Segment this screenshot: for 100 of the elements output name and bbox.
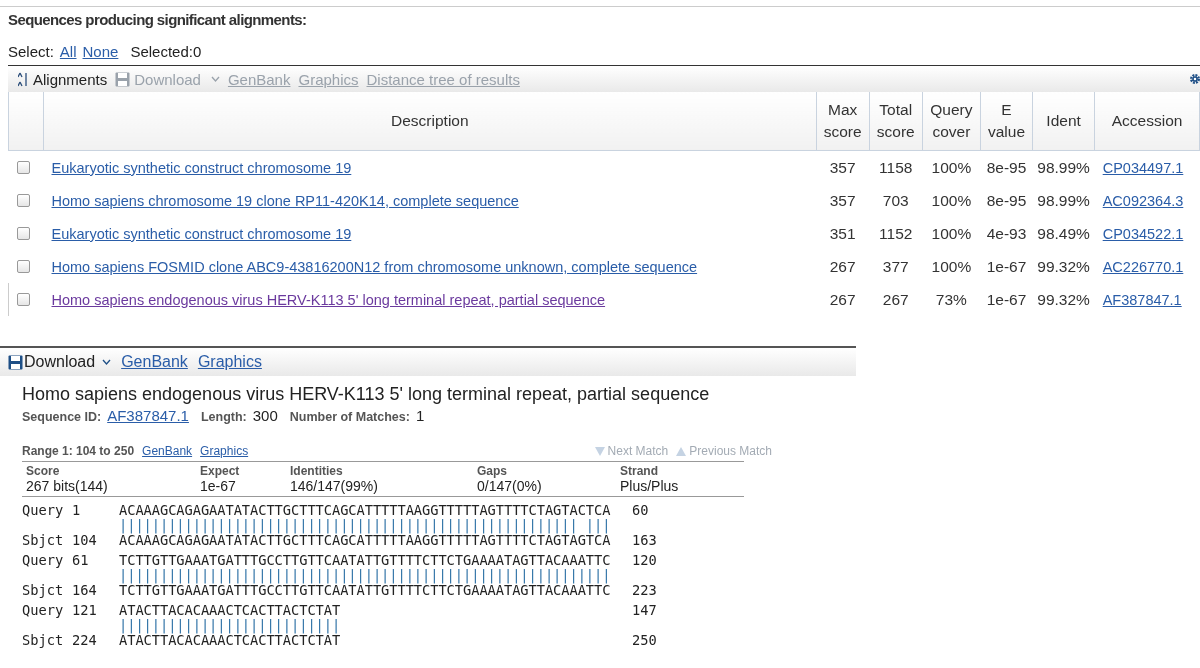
select-link[interactable]: All bbox=[59, 43, 77, 65]
stat-value: 146/147(99%) bbox=[290, 478, 379, 494]
column-header[interactable]: Description bbox=[43, 92, 817, 151]
row-checkbox[interactable] bbox=[16, 161, 30, 174]
table-cell: 98.99% bbox=[1037, 158, 1090, 176]
description-link[interactable]: Homo sapiens FOSMID clone ABC9-43816200N12 from chromosome unknown, complete sequence bbox=[51, 258, 698, 275]
subject-sequence: ATACTTACACAAACTCACTTACTCTAT bbox=[119, 633, 342, 648]
position-number: 104 bbox=[72, 533, 98, 548]
row-label: Sbjct bbox=[22, 583, 65, 598]
table-cell: 703 bbox=[882, 191, 909, 209]
select-link[interactable]: None bbox=[82, 43, 119, 65]
table-cell: 1158 bbox=[879, 158, 913, 176]
position-number: 121 bbox=[72, 603, 98, 618]
description-link[interactable]: Homo sapiens chromosome 19 clone RP11-420K14, complete sequence bbox=[51, 192, 519, 209]
stat-value: 1e-67 bbox=[200, 478, 237, 494]
up-triangle-icon bbox=[676, 446, 687, 456]
alignments-button[interactable]: Alignments bbox=[18, 70, 108, 88]
save-icon bbox=[115, 71, 131, 87]
row-label: Sbjct bbox=[22, 533, 65, 548]
stat-label: Gaps bbox=[477, 464, 508, 478]
table-cell: 357 bbox=[829, 191, 856, 209]
description-link[interactable]: Eukaryotic synthetic construct chromosome 19 bbox=[51, 159, 352, 176]
stat-value: 0/147(0%) bbox=[477, 478, 543, 494]
match-line: |||||||||||||||||||||||||||||||||||||||||||||||||||||||| ||| bbox=[119, 518, 612, 533]
row-checkbox[interactable] bbox=[16, 227, 30, 240]
table-cell: 351 bbox=[829, 224, 856, 242]
position-number: 120 bbox=[632, 553, 657, 568]
query-sequence: TCTTGTTGAAATGATTTGCCTTGTTCAATATTGTTTTCTTCTGAAAATAGTTACAAATTC bbox=[119, 553, 612, 568]
column-header[interactable]: Max score bbox=[816, 92, 870, 151]
position-number: 1 bbox=[72, 503, 82, 518]
table-cell: 100% bbox=[931, 257, 972, 275]
row-checkbox[interactable] bbox=[16, 194, 30, 207]
subject-sequence: ACAAAGCAGAGAATATACTTGCTTTCAGCATTTTTAAGGTTTTTAGTTTTCTAGTAGTCA bbox=[119, 533, 612, 548]
match-line: |||||||||||||||||||||||||||||||||||||||||||||||||||||||||||| bbox=[119, 568, 612, 583]
column-header[interactable]: Ident bbox=[1032, 92, 1095, 151]
meta-label: Number of Matches: bbox=[289, 410, 410, 424]
down-triangle-icon bbox=[594, 446, 605, 456]
select-label: Select: bbox=[8, 43, 54, 62]
table-cell: 8e-95 bbox=[986, 191, 1027, 209]
range-link[interactable]: GenBank bbox=[142, 444, 193, 458]
table-cell: 4e-93 bbox=[986, 224, 1027, 242]
meta-label: Sequence ID: bbox=[22, 410, 102, 424]
table-cell: 267 bbox=[829, 257, 856, 275]
toolbar-link[interactable]: GenBank bbox=[121, 353, 188, 371]
description-link[interactable]: Eukaryotic synthetic construct chromosome 19 bbox=[51, 225, 352, 242]
subject-sequence: TCTTGTTGAAATGATTTGCCTTGTTCAATATTGTTTTCTTCTGAAAATAGTTACAAATTC bbox=[119, 583, 612, 598]
sequence-id-link[interactable]: AF387847.1 bbox=[107, 407, 189, 424]
table-cell: 100% bbox=[931, 158, 972, 176]
stat-label: Score bbox=[26, 464, 61, 478]
section-heading: Sequences producing significant alignments: bbox=[7, 10, 308, 30]
stat-value: Plus/Plus bbox=[620, 478, 679, 494]
row-checkbox[interactable] bbox=[16, 260, 30, 273]
save-icon bbox=[8, 354, 23, 370]
accession-link[interactable]: AF387847.1 bbox=[1102, 291, 1182, 308]
stat-label: Expect bbox=[200, 464, 241, 478]
accession-link[interactable]: CP034497.1 bbox=[1102, 159, 1184, 176]
table-cell: 377 bbox=[882, 257, 909, 275]
column-header[interactable]: Accession bbox=[1094, 92, 1200, 151]
position-number: 224 bbox=[72, 633, 98, 648]
stat-label: Strand bbox=[620, 464, 659, 478]
range-label: Range 1: 104 to 250 bbox=[22, 444, 135, 458]
table-cell: 267 bbox=[882, 290, 909, 308]
meta-label: Length: bbox=[200, 410, 247, 424]
stat-label: Identities bbox=[290, 464, 344, 478]
row-checkbox[interactable] bbox=[17, 293, 30, 306]
sequence-title: Homo sapiens endogenous virus HERV-K113 5' long terminal repeat, partial sequence bbox=[22, 384, 711, 405]
table-cell: 98.49% bbox=[1037, 224, 1090, 242]
table-cell: 1e-67 bbox=[986, 290, 1027, 308]
table-cell: 267 bbox=[829, 290, 856, 308]
position-number: 250 bbox=[632, 633, 657, 648]
stat-value: 267 bits(144) bbox=[26, 478, 109, 494]
range-link[interactable]: Graphics bbox=[200, 444, 249, 458]
meta-value: 300 bbox=[252, 407, 278, 424]
caret-icon bbox=[210, 76, 220, 82]
match-line: ||||||||||||||||||||||||||| bbox=[119, 618, 342, 633]
row-label: Sbjct bbox=[22, 633, 65, 648]
table-cell: 73% bbox=[935, 290, 967, 308]
position-number: 163 bbox=[632, 533, 657, 548]
accession-link[interactable]: CP034522.1 bbox=[1102, 225, 1184, 242]
row-label: Query bbox=[22, 553, 65, 568]
sort-icon bbox=[18, 71, 29, 87]
column-header[interactable]: Total score bbox=[869, 92, 923, 151]
position-number: 147 bbox=[632, 603, 657, 618]
position-number: 223 bbox=[632, 583, 657, 598]
download-button[interactable]: Download bbox=[8, 353, 112, 371]
toolbar-link[interactable]: Graphics bbox=[197, 353, 262, 371]
table-cell: 99.32% bbox=[1037, 290, 1090, 308]
table-cell: 100% bbox=[931, 191, 972, 209]
row-label: Query bbox=[22, 603, 65, 618]
accession-link[interactable]: AC092364.3 bbox=[1102, 192, 1184, 209]
table-cell: 357 bbox=[829, 158, 856, 176]
description-link[interactable]: Homo sapiens endogenous virus HERV-K113 5' long terminal repeat, partial sequence bbox=[51, 291, 606, 308]
table-cell: 100% bbox=[931, 224, 972, 242]
accession-link[interactable]: AC226770.1 bbox=[1102, 258, 1184, 275]
table-cell: 1152 bbox=[879, 224, 913, 242]
caret-icon bbox=[102, 359, 112, 365]
settings-icon[interactable] bbox=[1190, 71, 1200, 87]
column-header[interactable]: E value bbox=[980, 92, 1033, 151]
query-sequence: ACAAAGCAGAGAATATACTTGCTTTCAGCATTTTTAAGGTTTTTAGTTTTCTAGTACTCA bbox=[119, 503, 612, 518]
column-header[interactable]: Query cover bbox=[922, 92, 981, 151]
